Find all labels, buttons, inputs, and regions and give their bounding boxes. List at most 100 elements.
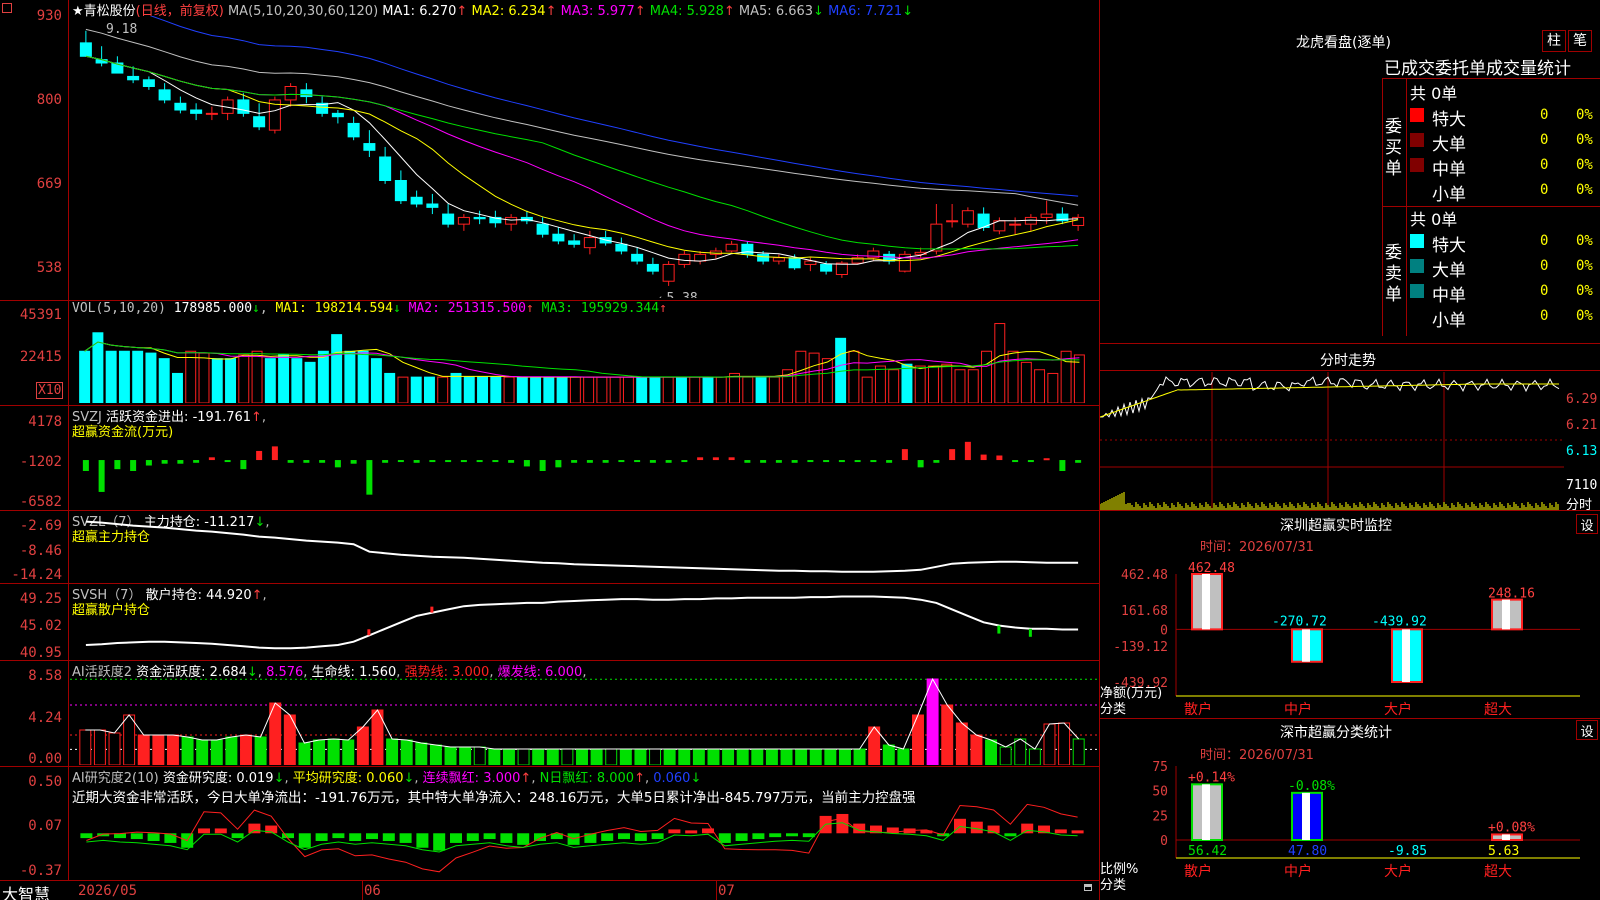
ai-active-chart[interactable] [70, 675, 1098, 765]
ai-avg-arrow: ↓ [403, 771, 415, 786]
vol-bar [596, 376, 608, 403]
ai-active-bar [1014, 738, 1027, 765]
vol-bar [742, 376, 754, 403]
app-logo[interactable]: 大智慧 [2, 881, 50, 900]
ai-active-bar [313, 739, 326, 765]
ai-active-bar [386, 738, 399, 765]
vol-bar [344, 350, 356, 403]
low-price-note: ←5.38 [659, 291, 698, 298]
vol-ma-arrow-2: ↑ [526, 301, 534, 316]
lock-icon[interactable] [1084, 884, 1092, 891]
ai-research-chart[interactable] [70, 795, 1098, 879]
svsh-chart[interactable] [70, 586, 1098, 659]
svsh-marker-green [997, 625, 1001, 634]
sell-row-percent: 0% [1576, 308, 1593, 324]
vol-bar [185, 350, 197, 403]
research-bar [735, 833, 748, 841]
sell-row-percent: 0% [1576, 283, 1593, 299]
sell-color-swatch [1410, 284, 1424, 298]
xaxis-label-3: 07 [718, 883, 735, 899]
ai-active-bar [736, 748, 749, 765]
ai-active-bar [707, 748, 720, 765]
xaxis-label-2: 06 [364, 883, 381, 899]
ai-active-bar [692, 748, 705, 765]
lhb-tick-button[interactable]: 笔 [1568, 30, 1592, 52]
candle-body [788, 257, 801, 269]
vol-ma-arrow-3: ↑ [659, 301, 667, 316]
vol-bar [118, 350, 130, 403]
research-bar [298, 833, 311, 848]
vol-bar [795, 350, 807, 403]
right-divider-1 [1099, 343, 1600, 344]
research-bar [769, 833, 782, 838]
research-bar [349, 833, 362, 841]
research-bar [1021, 823, 1034, 834]
sell-row-label: 特大 [1432, 236, 1466, 256]
vol-chart[interactable] [70, 318, 1098, 403]
research-bar [315, 833, 328, 841]
candle-body [127, 75, 140, 81]
vol-bar [636, 376, 648, 403]
svzj-bar [460, 460, 467, 463]
sell-color-swatch [1410, 234, 1424, 248]
vol-bar [888, 369, 900, 403]
ai-active-y-3: 0.00 [28, 751, 62, 767]
svzj-bar [933, 460, 940, 463]
sz-class-bar-shine [1302, 792, 1310, 840]
svzj-bar [775, 460, 782, 463]
research-bar [685, 830, 698, 834]
ai-active-bar [941, 704, 954, 765]
svzj-bar [350, 460, 357, 464]
sell-row-label: 中单 [1432, 286, 1466, 306]
ai-active-bar [838, 748, 851, 765]
candle-body [174, 102, 187, 111]
right-divider-2 [1099, 510, 1600, 511]
svzj-bar [382, 460, 389, 463]
vol-bar [503, 376, 515, 403]
svzj-chart[interactable] [70, 410, 1098, 508]
fenshi-title: 分时走势 [1320, 353, 1376, 369]
lhb-bar-button[interactable]: 柱 [1542, 30, 1566, 52]
vol-ma-label-1: MA1: [275, 301, 315, 316]
svzj-bar [523, 460, 530, 467]
buy-row-count: 0 [1540, 157, 1549, 173]
sz-class-value: 5.63 [1488, 844, 1519, 859]
fenshi-chart[interactable] [1100, 372, 1564, 510]
svsh-y-2: 45.02 [19, 618, 62, 634]
ai-last: 0.060 [653, 771, 691, 786]
candle-body [505, 216, 518, 225]
sz-monitor-chart[interactable]: 462.48 161.68 0 -139.12 -439.92 462.48 散户 -270.… [1100, 552, 1600, 718]
ai-active-bar [546, 748, 559, 765]
ai-active-bar [254, 736, 267, 765]
research-bar [248, 823, 261, 834]
candle-body [473, 216, 486, 220]
ai-active-bar [342, 739, 355, 765]
kline-chart[interactable]: 9.18 ←5.38 [70, 16, 1098, 298]
vol-bar [755, 376, 767, 403]
research-bar [214, 828, 227, 834]
sz-class-y-4: 0 [1160, 834, 1168, 849]
ai-active-bar [502, 748, 515, 765]
vol-y-1: 45391 [19, 307, 62, 323]
ai-active-bar [123, 714, 136, 765]
svzj-bar [949, 449, 956, 461]
research-bar [399, 833, 412, 843]
lhb-box-side [1406, 78, 1407, 336]
sz-monitor-settings-button[interactable]: 设 [1576, 514, 1598, 534]
svzj-bar [98, 460, 105, 492]
sz-class-chart[interactable]: 75 50 25 0 +0.14% 56.42 散户 -0.08% 47.80 中户 -9.85 大户… [1100, 758, 1600, 900]
lhb-title: 龙虎看盘(逐单) [1296, 35, 1391, 51]
sell-row-label: 大单 [1432, 261, 1466, 281]
vol-bar [264, 358, 276, 403]
vol-bar [251, 350, 263, 403]
sz-monitor-category: 散户 [1184, 701, 1212, 718]
vol-bar [967, 369, 979, 403]
svzl-chart[interactable] [70, 512, 1098, 582]
vol-bar [291, 358, 303, 403]
vol-bar [410, 376, 422, 403]
sz-class-settings-button[interactable]: 设 [1576, 720, 1598, 740]
ai-active-bar [1072, 738, 1085, 765]
research-bar [718, 833, 731, 843]
sz-monitor-bar-shine [1202, 574, 1210, 630]
sz-class-ylabel2: 分类 [1100, 878, 1127, 893]
